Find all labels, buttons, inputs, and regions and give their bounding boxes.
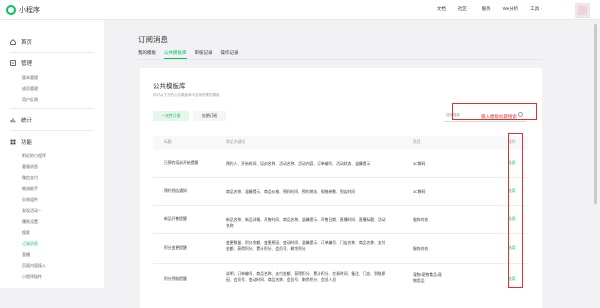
one-time-subscribe-button[interactable]: 一次性订阅 — [153, 111, 189, 121]
top-nav: 文档 社区 · 服务 We分析 工具 · — [437, 6, 542, 12]
row-title: 积分到账提醒 — [164, 277, 187, 281]
sidebar-item-wechat-pay[interactable]: 微信支付 — [22, 175, 38, 181]
home-icon — [10, 39, 16, 45]
tab-review-records[interactable]: 审核记录 — [195, 50, 213, 59]
nav-community[interactable]: 社区 · — [458, 6, 470, 12]
row-title: 积分变更提醒 — [164, 246, 187, 250]
header-category: 类目 — [413, 140, 421, 144]
row-keywords: 说明、订单编号、商品名称、支付金额、获得积分、累计积分、交易时间、备注、门店、到… — [226, 272, 386, 282]
row-category: 宠物/宠物食品/宠物用品 — [413, 273, 442, 283]
sidebar: 首页 管理 版本管理 成员管理 用户反馈 统计 功能 附近的小程序 客服消息 微… — [0, 20, 104, 288]
nav-service[interactable]: 服务 — [482, 6, 491, 12]
row-category: 3C数码 — [413, 190, 426, 194]
app-logo[interactable]: 小程序 — [6, 5, 40, 15]
table-row: 已预约培训开始提醒 预约人、开始时间、培训名称、活动名称、活动内容、订单编号、活… — [153, 150, 528, 178]
table-row: 积分变更提醒 变更数量、积分余额、变更原因、变动时间、温馨提示、订单编号、门店名… — [153, 234, 528, 264]
main-content: 订阅消息 我的模板 公共模板库 审核记录 操作记录 公共模板库 你可从下方的公共… — [110, 20, 544, 308]
sidebar-home-label: 首页 — [21, 40, 33, 46]
sidebar-item-members[interactable]: 成员管理 — [22, 86, 38, 92]
sidebar-item-trade-component[interactable]: 交易组件 — [22, 197, 38, 203]
sidebar-item-feedback[interactable]: 用户反馈 — [22, 97, 38, 103]
sidebar-item-logistics[interactable]: 物流助手 — [22, 186, 38, 192]
avatar[interactable] — [575, 3, 590, 18]
miniprogram-logo-icon — [6, 5, 16, 15]
sidebar-item-live[interactable]: 直播 — [22, 252, 30, 258]
app-title: 小程序 — [19, 7, 40, 14]
sidebar-divider — [10, 130, 94, 131]
scrollbar-thumb[interactable] — [594, 24, 597, 204]
row-category: 服饰内衣 — [413, 218, 429, 222]
sidebar-item-search[interactable]: 搜索 — [22, 230, 30, 236]
sidebar-item-hot-settings[interactable]: 爆款设置 — [22, 219, 38, 225]
header-title: 标题 — [164, 140, 172, 144]
sidebar-item-features[interactable]: 功能 — [10, 138, 32, 146]
row-keywords: 新品名称、新品详情、开售时间、商品名称、温馨提示、开售日期、直播时间、直播标题、… — [226, 218, 386, 228]
tab-my-templates[interactable]: 我的模板 — [138, 50, 156, 59]
tab-bar: 我的模板 公共模板库 审核记录 操作记录 — [138, 50, 239, 59]
table-header: 标题 常见关键词 类目 操作 — [153, 136, 528, 150]
sidebar-features-label: 功能 — [21, 140, 33, 146]
sidebar-item-plugins[interactable]: 小程序插件 — [22, 274, 42, 280]
nav-we-analytics[interactable]: We分析 — [503, 6, 519, 12]
search-annotation: 输入模板标题搜索 — [481, 114, 517, 119]
stats-icon — [10, 118, 16, 123]
sidebar-item-manage[interactable]: 管理 — [10, 59, 32, 67]
top-bar: 小程序 文档 社区 · 服务 We分析 工具 · — [0, 0, 600, 20]
panel-description: 你可从下方的公共模板库中选用所需的模板 — [153, 93, 220, 97]
table-row: 预约到店通知 商品名称、温馨提示、商品价格、预约时间、预约地址、规格参数、到店时… — [153, 178, 528, 206]
sidebar-manage-label: 管理 — [21, 61, 33, 67]
sidebar-item-stats[interactable]: 统计 — [10, 116, 32, 124]
sidebar-divider — [10, 52, 94, 53]
row-keywords: 商品名称、温馨提示、商品价格、预约时间、预约地址、规格参数、到店时间 — [226, 190, 356, 194]
sidebar-item-home[interactable]: 首页 — [10, 38, 32, 46]
sidebar-item-version[interactable]: 版本管理 — [22, 75, 38, 81]
sidebar-item-subscribe[interactable]: 订阅消息 — [22, 241, 38, 247]
row-title: 已预约培训开始提醒 — [164, 161, 199, 165]
row-category: 3C数码 — [413, 162, 426, 166]
table-row: 积分到账提醒 说明、订单编号、商品名称、支付金额、获得积分、累计积分、交易时间、… — [153, 264, 528, 308]
row-title: 预约到店通知 — [164, 189, 187, 193]
row-category: 服饰内衣 — [413, 247, 429, 251]
nav-tools[interactable]: 工具 · — [530, 6, 542, 12]
manage-icon — [10, 60, 16, 66]
sidebar-item-nearby[interactable]: 附近的小程序 — [22, 153, 46, 159]
page-title: 订阅消息 — [138, 35, 168, 44]
tab-divider — [138, 59, 542, 60]
sidebar-item-page-content[interactable]: 页面内容接入 — [22, 263, 46, 269]
tab-public-library[interactable]: 公共模板库 — [164, 50, 187, 59]
table-row: 新品开售提醒 新品名称、新品详情、开售时间、商品名称、温馨提示、开售日期、直播时… — [153, 206, 528, 234]
operation-column-highlight-box — [508, 133, 523, 288]
sidebar-item-customer-service[interactable]: 客服消息 — [22, 164, 38, 170]
tab-operation-records[interactable]: 操作记录 — [221, 50, 239, 59]
panel-title: 公共模板库 — [153, 83, 186, 90]
row-title: 新品开售提醒 — [164, 217, 187, 221]
long-term-subscribe-button[interactable]: 长期订阅 — [193, 111, 226, 121]
row-keywords: 变更数量、积分余额、变更原因、变动时间、温馨提示、订单编号、门店名称、商品名称、… — [226, 241, 386, 251]
nav-docs[interactable]: 文档 — [437, 6, 446, 12]
features-icon — [10, 139, 16, 145]
row-keywords: 预约人、开始时间、培训名称、活动名称、活动内容、订单编号、活动状态、温馨提示 — [226, 162, 371, 166]
sidebar-item-discover[interactable]: 发现活动 * — [22, 208, 41, 214]
sidebar-stats-label: 统计 — [21, 118, 33, 124]
header-keywords: 常见关键词 — [226, 140, 245, 144]
sidebar-divider — [10, 108, 94, 109]
